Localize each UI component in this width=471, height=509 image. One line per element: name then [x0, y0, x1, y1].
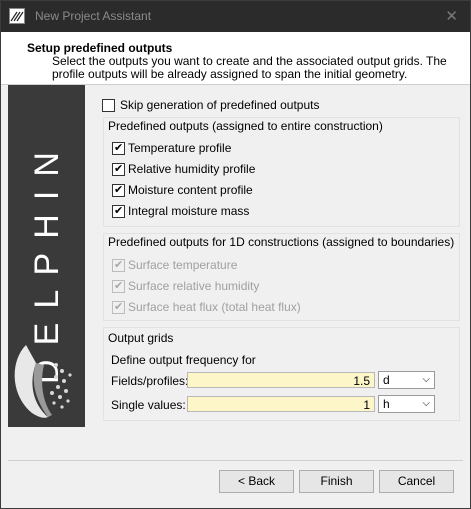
- content-area: Skip generation of predefined outputs Pr…: [87, 85, 470, 460]
- page-subtitle: Select the outputs you want to create an…: [52, 54, 447, 81]
- surface-relative-humidity-label: Surface relative humidity: [128, 279, 260, 293]
- single-values-unit-select[interactable]: h ⌵: [378, 395, 435, 413]
- predefined-outputs-group: Predefined outputs (assigned to entire c…: [103, 117, 460, 227]
- app-icon: [9, 8, 25, 24]
- surface-heat-flux-label: Surface heat flux (total heat flux): [128, 300, 301, 314]
- temperature-profile-checkbox[interactable]: [112, 141, 125, 155]
- skip-generation-checkbox[interactable]: [102, 99, 115, 112]
- surface-temperature-checkbox[interactable]: [112, 258, 125, 272]
- chevron-down-icon: ⌵: [422, 374, 430, 385]
- single-values-unit-value: h: [383, 397, 390, 411]
- wizard-header: Setup predefined outputs Select the outp…: [1, 32, 470, 85]
- cancel-button[interactable]: Cancel: [379, 470, 454, 493]
- footer-divider: [8, 460, 463, 461]
- single-values-label: Single values:: [111, 398, 186, 412]
- surface-temperature-label: Surface temperature: [128, 258, 238, 272]
- page-title: Setup predefined outputs: [27, 41, 173, 55]
- title-bar: New Project Assistant ✕: [1, 1, 470, 32]
- back-button[interactable]: < Back: [219, 470, 294, 493]
- fields-profiles-unit-select[interactable]: d ⌵: [378, 371, 435, 389]
- predefined-outputs-title: Predefined outputs (assigned to entire c…: [108, 119, 383, 133]
- delphin-logo-icon: [14, 345, 72, 418]
- skip-generation-label[interactable]: Skip generation of predefined outputs: [120, 98, 319, 112]
- chevron-down-icon: ⌵: [422, 398, 430, 409]
- single-values-input[interactable]: 1: [187, 396, 375, 412]
- output-frequency-caption: Define output frequency for: [111, 353, 256, 367]
- integral-moisture-mass-checkbox[interactable]: [112, 204, 125, 218]
- fields-profiles-label: Fields/profiles:: [111, 374, 189, 388]
- relative-humidity-profile-label[interactable]: Relative humidity profile: [128, 162, 255, 176]
- fields-profiles-unit-value: d: [383, 373, 390, 387]
- output-grids-group: Output grids Define output frequency for…: [103, 327, 460, 421]
- boundary-outputs-group: Predefined outputs for 1D constructions …: [103, 233, 460, 321]
- close-icon[interactable]: ✕: [445, 7, 458, 25]
- fields-profiles-input[interactable]: 1.5: [187, 372, 375, 388]
- delphin-banner: DELPHIN: [8, 85, 85, 427]
- surface-relative-humidity-checkbox[interactable]: [112, 279, 125, 293]
- moisture-content-profile-label[interactable]: Moisture content profile: [128, 183, 253, 197]
- moisture-content-profile-checkbox[interactable]: [112, 183, 125, 197]
- relative-humidity-profile-checkbox[interactable]: [112, 162, 125, 176]
- finish-button[interactable]: Finish: [299, 470, 374, 493]
- window-title: New Project Assistant: [35, 9, 152, 23]
- integral-moisture-mass-label[interactable]: Integral moisture mass: [128, 204, 249, 218]
- temperature-profile-label[interactable]: Temperature profile: [128, 141, 231, 155]
- surface-heat-flux-checkbox[interactable]: [112, 300, 125, 314]
- output-grids-title: Output grids: [108, 331, 174, 345]
- new-project-assistant-window: New Project Assistant ✕ Setup predefined…: [0, 0, 471, 509]
- boundary-outputs-title: Predefined outputs for 1D constructions …: [108, 235, 455, 249]
